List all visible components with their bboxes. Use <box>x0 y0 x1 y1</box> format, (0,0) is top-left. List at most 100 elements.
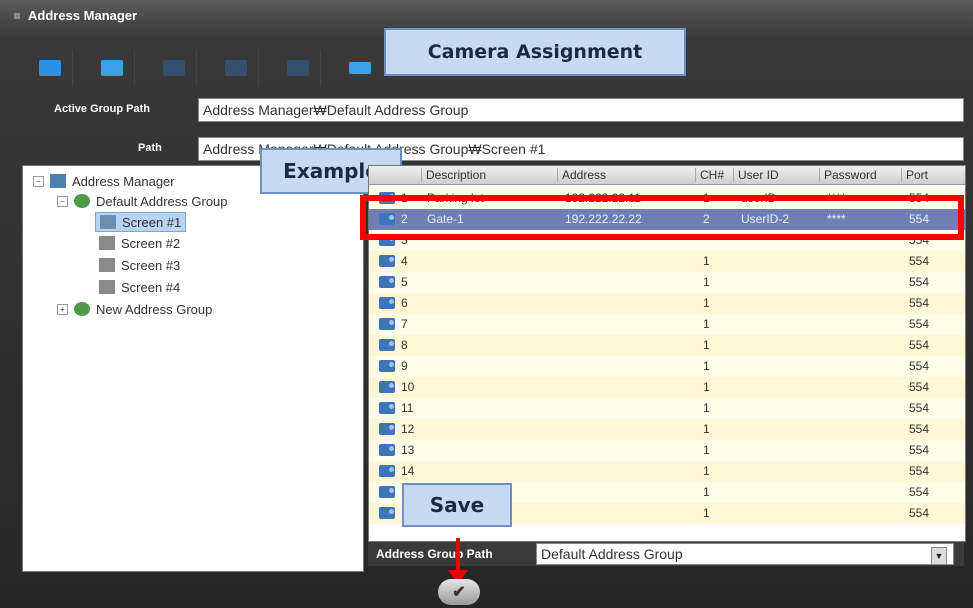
tree-screen-3[interactable]: Screen #3 <box>99 256 180 274</box>
monitor-button[interactable] <box>28 50 73 86</box>
cell-port[interactable]: 554 <box>909 401 929 415</box>
group-icon <box>74 302 90 316</box>
cell-port[interactable]: 554 <box>909 359 929 373</box>
header-ch[interactable]: CH# <box>695 168 736 182</box>
expand-icon[interactable]: + <box>57 303 68 315</box>
header-description[interactable]: Description <box>421 168 556 182</box>
cell-ch[interactable]: 1 <box>703 464 710 478</box>
cell-port[interactable]: 554 <box>909 380 929 394</box>
tree-screen-label: Screen #1 <box>122 214 182 230</box>
cell-port[interactable]: 554 <box>909 275 929 289</box>
address-tree-panel: − Address Manager − Default Address Grou… <box>22 165 364 572</box>
chevron-down-icon[interactable]: ▼ <box>931 547 947 565</box>
address-group-path-label: Address Group Path <box>376 547 493 561</box>
active-group-path-label: Active Group Path <box>54 103 150 115</box>
camera-icon <box>379 444 395 456</box>
tree-screen-1[interactable]: Screen #1 <box>95 212 187 232</box>
camera-assign-button[interactable] <box>338 50 382 86</box>
disabled-button-2[interactable] <box>214 50 259 86</box>
table-row[interactable]: 8 1 554 <box>369 335 965 356</box>
active-group-path-field[interactable]: Address Manager₩Default Address Group <box>198 98 964 122</box>
cell-ch[interactable]: 1 <box>703 275 710 289</box>
tree-screen-2[interactable]: Screen #2 <box>99 234 180 252</box>
cell-number[interactable]: 9 <box>401 359 408 373</box>
example-highlight-box <box>360 195 964 240</box>
cell-number[interactable]: 10 <box>401 380 414 394</box>
check-icon: ✔ <box>452 584 466 601</box>
cell-port[interactable]: 554 <box>909 296 929 310</box>
cell-number[interactable]: 7 <box>401 317 408 331</box>
cell-ch[interactable]: 1 <box>703 443 710 457</box>
cell-port[interactable]: 554 <box>909 254 929 268</box>
address-group-select-value: Default Address Group <box>541 546 683 562</box>
table-row[interactable]: 10 1 554 <box>369 377 965 398</box>
table-row[interactable]: 13 1 554 <box>369 440 965 461</box>
camera-icon <box>379 360 395 372</box>
header-address[interactable]: Address <box>557 168 692 182</box>
table-row[interactable]: 7 1 554 <box>369 314 965 335</box>
cell-number[interactable]: 13 <box>401 443 414 457</box>
save-button[interactable]: ✔ <box>438 579 480 605</box>
table-row[interactable]: 14 1 554 <box>369 461 965 482</box>
camera-assign-icon <box>349 62 371 74</box>
disabled-button-3[interactable] <box>276 50 321 86</box>
cell-port[interactable]: 554 <box>909 464 929 478</box>
cell-number[interactable]: 11 <box>401 401 413 415</box>
tree-root-label: Address Manager <box>72 173 175 189</box>
cell-port[interactable]: 554 <box>909 422 929 436</box>
cell-number[interactable]: 8 <box>401 338 408 352</box>
tree-new-group[interactable]: + New Address Group <box>57 300 212 318</box>
table-row[interactable]: 12 1 554 <box>369 419 965 440</box>
cell-number[interactable]: 6 <box>401 296 408 310</box>
disabled-icon-2 <box>225 60 247 76</box>
cell-ch[interactable]: 1 <box>703 338 710 352</box>
cell-ch[interactable]: 1 <box>703 359 710 373</box>
cell-ch[interactable]: 1 <box>703 296 710 310</box>
tree-screen-4[interactable]: Screen #4 <box>99 278 180 296</box>
collapse-icon[interactable]: − <box>57 195 68 207</box>
disabled-button-1[interactable] <box>152 50 197 86</box>
camera-icon <box>379 255 395 267</box>
header-password[interactable]: Password <box>819 168 900 182</box>
header-port[interactable]: Port <box>901 168 964 182</box>
camera-icon <box>379 465 395 477</box>
camera-assignment-callout: Camera Assignment <box>384 28 686 76</box>
screen-icon <box>100 215 116 229</box>
cell-ch[interactable]: 1 <box>703 485 710 499</box>
cell-ch[interactable]: 1 <box>703 254 710 268</box>
window-title: Address Manager <box>28 8 138 23</box>
camera-icon <box>379 423 395 435</box>
tree-screen-label: Screen #3 <box>121 257 181 273</box>
table-row[interactable]: 5 1 554 <box>369 272 965 293</box>
cell-ch[interactable]: 1 <box>703 422 710 436</box>
cell-number[interactable]: 14 <box>401 464 414 478</box>
cell-ch[interactable]: 1 <box>703 506 710 520</box>
table-row[interactable]: 6 1 554 <box>369 293 965 314</box>
cell-port[interactable]: 554 <box>909 443 929 457</box>
address-group-select[interactable]: Default Address Group ▼ <box>536 543 954 565</box>
cell-ch[interactable]: 1 <box>703 317 710 331</box>
screen-icon <box>99 258 115 272</box>
table-row[interactable]: 9 1 554 <box>369 356 965 377</box>
cell-ch[interactable]: 1 <box>703 401 710 415</box>
monitor-icon <box>39 60 61 76</box>
cell-number[interactable]: 12 <box>401 422 414 436</box>
add-monitor-button[interactable] <box>90 50 135 86</box>
cell-port[interactable]: 554 <box>909 506 929 520</box>
tree-default-group[interactable]: − Default Address Group <box>57 192 228 210</box>
cell-ch[interactable]: 1 <box>703 380 710 394</box>
table-row[interactable]: 4 1 554 <box>369 251 965 272</box>
save-callout: Save <box>402 483 512 527</box>
tree-root[interactable]: − Address Manager <box>33 172 175 190</box>
cell-number[interactable]: 4 <box>401 254 408 268</box>
cell-number[interactable]: 5 <box>401 275 408 289</box>
tree-screen-label: Screen #4 <box>121 279 181 295</box>
cell-port[interactable]: 554 <box>909 485 929 499</box>
cell-port[interactable]: 554 <box>909 338 929 352</box>
collapse-icon[interactable]: − <box>33 175 44 187</box>
active-group-path-row: Active Group Path Address Manager₩Defaul… <box>22 98 964 124</box>
cell-port[interactable]: 554 <box>909 317 929 331</box>
camera-icon <box>379 318 395 330</box>
table-row[interactable]: 11 1 554 <box>369 398 965 419</box>
header-user-id[interactable]: User ID <box>733 168 818 182</box>
